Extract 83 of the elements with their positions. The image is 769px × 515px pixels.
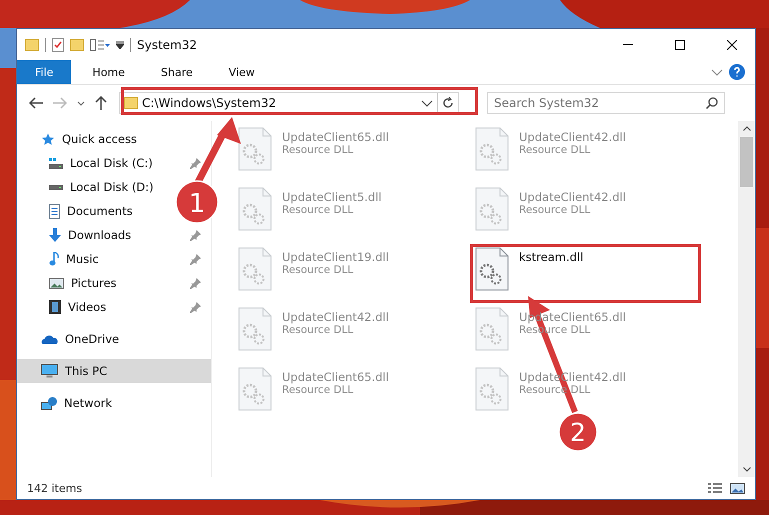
pin-icon[interactable]: [190, 158, 201, 168]
file-name: UpdateClient65.dll: [282, 130, 389, 144]
chevron-down-icon[interactable]: [421, 100, 433, 106]
sidebar-item[interactable]: Pictures: [17, 271, 211, 295]
file-type: Resource DLL: [282, 324, 354, 336]
search-icon: [706, 97, 718, 109]
sidebar-item[interactable]: This PC: [17, 359, 211, 383]
scroll-down-icon[interactable]: [742, 467, 750, 472]
pin-icon[interactable]: [190, 302, 201, 312]
up-arrow-icon[interactable]: [95, 96, 107, 110]
file-type: Resource DLL: [282, 384, 354, 396]
maximize-icon[interactable]: [675, 40, 685, 50]
network-globe-icon: [41, 396, 57, 410]
ribbon-tab[interactable]: View: [214, 60, 270, 84]
gears-file-icon: [238, 247, 272, 291]
file-item[interactable]: kstream.dll: [475, 247, 584, 291]
details-view-icon[interactable]: [708, 483, 722, 493]
folder-icon: [124, 97, 138, 109]
item-count: 142 items: [27, 482, 82, 494]
film-strip-icon: [49, 300, 61, 314]
refresh-icon[interactable]: [442, 97, 454, 109]
star-icon: [41, 132, 55, 146]
gears-file-icon: [475, 307, 509, 351]
gears-file-icon: [238, 187, 272, 231]
close-icon[interactable]: [727, 40, 737, 50]
file-name: UpdateClient65.dll: [282, 370, 389, 384]
gears-file-icon: [238, 307, 272, 351]
music-note-icon: [49, 252, 59, 266]
view-list-icon[interactable]: [90, 38, 110, 50]
address-path: C:\Windows\System32: [142, 96, 278, 110]
document-icon: [49, 204, 60, 218]
sidebar-item[interactable]: Music: [17, 247, 211, 271]
step-badge: 2: [558, 412, 598, 452]
sidebar-item[interactable]: Local Disk (D:): [17, 175, 158, 199]
file-name: UpdateClient5.dll: [282, 190, 382, 204]
search-field[interactable]: Search System32: [487, 92, 725, 114]
file-name: kstream.dll: [519, 250, 584, 264]
file-type: Resource DLL: [282, 264, 354, 276]
ribbon-tab[interactable]: File: [17, 60, 72, 84]
file-type: Resource DLL: [519, 204, 592, 216]
drive-icon: [49, 158, 63, 168]
address-bar[interactable]: C:\Windows\System32: [119, 92, 459, 114]
step-badge: 1: [175, 180, 219, 224]
cloud-icon: [41, 334, 58, 344]
file-name: UpdateClient42.dll: [519, 190, 626, 204]
file-name: UpdateClient19.dll: [282, 250, 389, 264]
sidebar-item[interactable]: Local Disk (C:): [17, 151, 211, 175]
thumbnail-view-icon[interactable]: [730, 482, 745, 494]
file-name: UpdateClient42.dll: [519, 130, 626, 144]
sidebar-item[interactable]: Network: [17, 391, 116, 415]
file-name: UpdateClient42.dll: [282, 310, 389, 324]
download-arrow-icon: [49, 228, 61, 242]
pin-icon[interactable]: [190, 230, 201, 240]
dropdown-icon[interactable]: [116, 40, 124, 48]
chevron-down-icon[interactable]: [77, 100, 85, 106]
landscape-picture-icon: [49, 278, 64, 288]
help-icon[interactable]: [729, 64, 745, 80]
sidebar-item[interactable]: Documents: [17, 199, 137, 223]
back-arrow-icon[interactable]: [29, 97, 43, 109]
file-type: Resource DLL: [519, 144, 592, 156]
gears-file-icon: [475, 247, 509, 291]
gears-file-icon: [475, 367, 509, 411]
gears-file-icon: [238, 127, 272, 171]
sidebar-item[interactable]: Videos: [17, 295, 211, 319]
ribbon-tab[interactable]: Home: [77, 60, 140, 84]
sidebar-item[interactable]: OneDrive: [17, 327, 124, 351]
gears-file-icon: [238, 367, 272, 411]
properties-icon[interactable]: [52, 38, 64, 52]
drive-icon: [49, 184, 63, 190]
pin-icon[interactable]: [190, 254, 201, 264]
sidebar-item[interactable]: Downloads: [17, 223, 211, 247]
sidebar-item[interactable]: Quick access: [17, 127, 141, 151]
file-type: Resource DLL: [282, 204, 354, 216]
monitor-icon: [41, 364, 58, 378]
scrollbar-thumb[interactable]: [740, 137, 753, 187]
gears-file-icon: [475, 127, 509, 171]
file-type: Resource DLL: [282, 144, 354, 156]
scroll-up-icon[interactable]: [742, 126, 750, 131]
gears-file-icon: [475, 187, 509, 231]
pin-icon[interactable]: [190, 278, 201, 288]
ribbon-tab[interactable]: Share: [146, 60, 208, 84]
window-title: System32: [137, 38, 198, 52]
folder-icon: [25, 38, 39, 50]
